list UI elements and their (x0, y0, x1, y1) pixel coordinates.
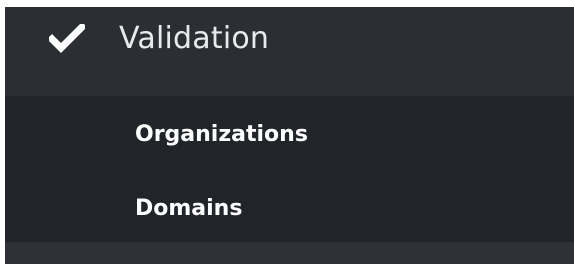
sidebar-menu: Validation Organizations Domains (5, 7, 574, 264)
menu-header-validation[interactable]: Validation (5, 7, 574, 96)
submenu-item-organizations[interactable]: Organizations (135, 120, 308, 150)
menu-footer-strip (5, 242, 574, 264)
checkmark-icon (47, 22, 87, 54)
submenu-item-domains[interactable]: Domains (135, 194, 242, 224)
submenu: Organizations Domains (5, 96, 574, 242)
menu-header-label: Validation (119, 21, 270, 56)
